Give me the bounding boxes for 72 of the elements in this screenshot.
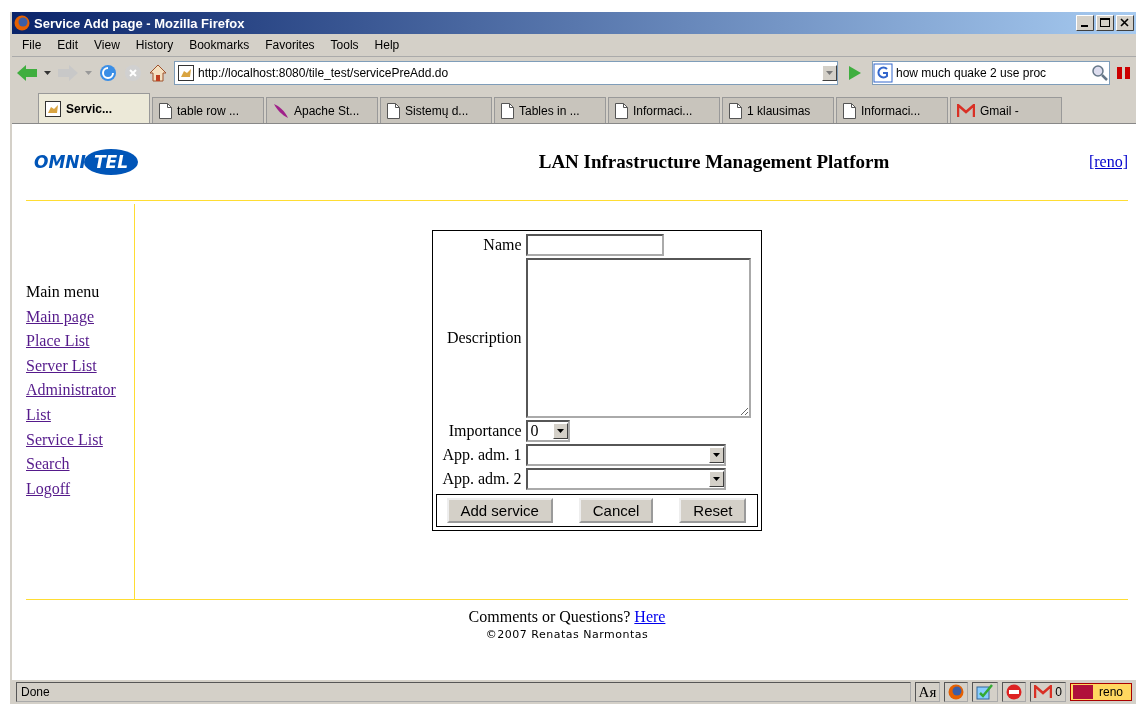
logo: OMNI TEL bbox=[26, 149, 434, 175]
menu-item[interactable]: Favorites bbox=[257, 38, 323, 52]
admin-select[interactable] bbox=[525, 468, 726, 490]
description-field[interactable] bbox=[525, 258, 751, 418]
menu-item[interactable]: Edit bbox=[49, 38, 87, 52]
admin-select[interactable] bbox=[525, 444, 726, 466]
browser-tab[interactable]: 1 klausimas bbox=[722, 97, 834, 123]
here-link[interactable]: Here bbox=[634, 608, 666, 625]
user-link[interactable]: [reno] bbox=[994, 153, 1128, 171]
field-label: Importance bbox=[447, 422, 522, 440]
name-field[interactable] bbox=[525, 234, 664, 256]
page-heading: LAN Infrastructure Management Platform bbox=[537, 151, 891, 173]
menu-link[interactable]: Place List bbox=[26, 329, 130, 354]
reload-icon[interactable] bbox=[98, 63, 118, 83]
home-icon[interactable] bbox=[148, 63, 168, 83]
menu-title: Main menu bbox=[26, 282, 101, 302]
search-field[interactable]: how much quake 2 use proc bbox=[872, 61, 1110, 85]
status-text: Done bbox=[16, 682, 911, 702]
page-icon bbox=[501, 102, 514, 119]
mail-icon bbox=[957, 103, 975, 118]
importance-select[interactable]: 0 bbox=[525, 420, 570, 442]
menu-item[interactable]: Tools bbox=[322, 38, 367, 52]
menu-link[interactable]: Main page bbox=[26, 304, 130, 330]
menu-link[interactable]: Administrator List bbox=[26, 378, 130, 428]
field-label: Description bbox=[445, 329, 522, 347]
field-label: Name bbox=[482, 236, 522, 254]
field-label: App. adm. 2 bbox=[441, 470, 522, 488]
form-button[interactable]: Cancel bbox=[578, 498, 654, 523]
page-icon bbox=[159, 102, 172, 119]
menu-item[interactable]: Help bbox=[366, 38, 408, 52]
browser-tab[interactable]: table row ... bbox=[152, 97, 264, 123]
browser-tab[interactable]: Servic... bbox=[38, 93, 150, 123]
firefox-icon bbox=[14, 15, 30, 31]
browser-tab[interactable]: Sistemų d... bbox=[380, 97, 492, 123]
menu-item[interactable]: View bbox=[86, 38, 128, 52]
browser-tab[interactable]: Tables in ... bbox=[494, 97, 606, 123]
menu-item[interactable]: History bbox=[127, 38, 182, 52]
minimize-button[interactable] bbox=[1076, 15, 1094, 31]
firefox-icon[interactable] bbox=[948, 684, 965, 700]
menu-link[interactable]: Logoff bbox=[26, 476, 130, 502]
toolbar-icon[interactable] bbox=[1116, 66, 1132, 80]
address-field[interactable]: http://localhost:8080/tile_test/servicePreAdd.do bbox=[174, 61, 838, 85]
translit-button[interactable]: Aя bbox=[914, 682, 941, 702]
close-button[interactable] bbox=[1116, 15, 1134, 31]
menu-item[interactable]: Bookmarks bbox=[181, 38, 258, 52]
form-button[interactable]: Add service bbox=[446, 498, 553, 523]
page-icon bbox=[387, 102, 400, 119]
browser-tab[interactable]: Informaci... bbox=[836, 97, 948, 123]
copyright-text: ©2007 Renatas Narmontas bbox=[485, 628, 649, 641]
menu-link[interactable]: Search bbox=[26, 452, 130, 477]
form-button[interactable]: Reset bbox=[679, 498, 747, 523]
menu-link[interactable]: Server List bbox=[26, 353, 130, 379]
google-icon[interactable] bbox=[873, 63, 893, 83]
feather-icon bbox=[273, 102, 289, 119]
page-icon bbox=[843, 102, 856, 119]
menu-item[interactable]: File bbox=[14, 38, 50, 52]
page-icon bbox=[729, 102, 742, 119]
footer-text: Comments or Questions? Here bbox=[468, 608, 666, 626]
search-icon[interactable] bbox=[1091, 64, 1109, 82]
menu-link[interactable]: Service List bbox=[26, 427, 130, 453]
maximize-button[interactable] bbox=[1096, 15, 1114, 31]
mail-count: 0 bbox=[1055, 685, 1062, 699]
mail-icon[interactable] bbox=[1034, 685, 1053, 699]
page-icon bbox=[615, 102, 628, 119]
browser-tab[interactable]: Informaci... bbox=[608, 97, 720, 123]
browser-tab[interactable]: Apache St... bbox=[266, 97, 378, 123]
dropdown-icon[interactable] bbox=[44, 71, 51, 75]
browser-tab[interactable]: Gmail - bbox=[950, 97, 1062, 123]
check-icon[interactable] bbox=[976, 684, 995, 700]
user-badge[interactable]: reno bbox=[1069, 683, 1132, 701]
field-label: App. adm. 1 bbox=[441, 446, 522, 464]
window-title: Service Add page - Mozilla Firefox bbox=[34, 15, 246, 31]
